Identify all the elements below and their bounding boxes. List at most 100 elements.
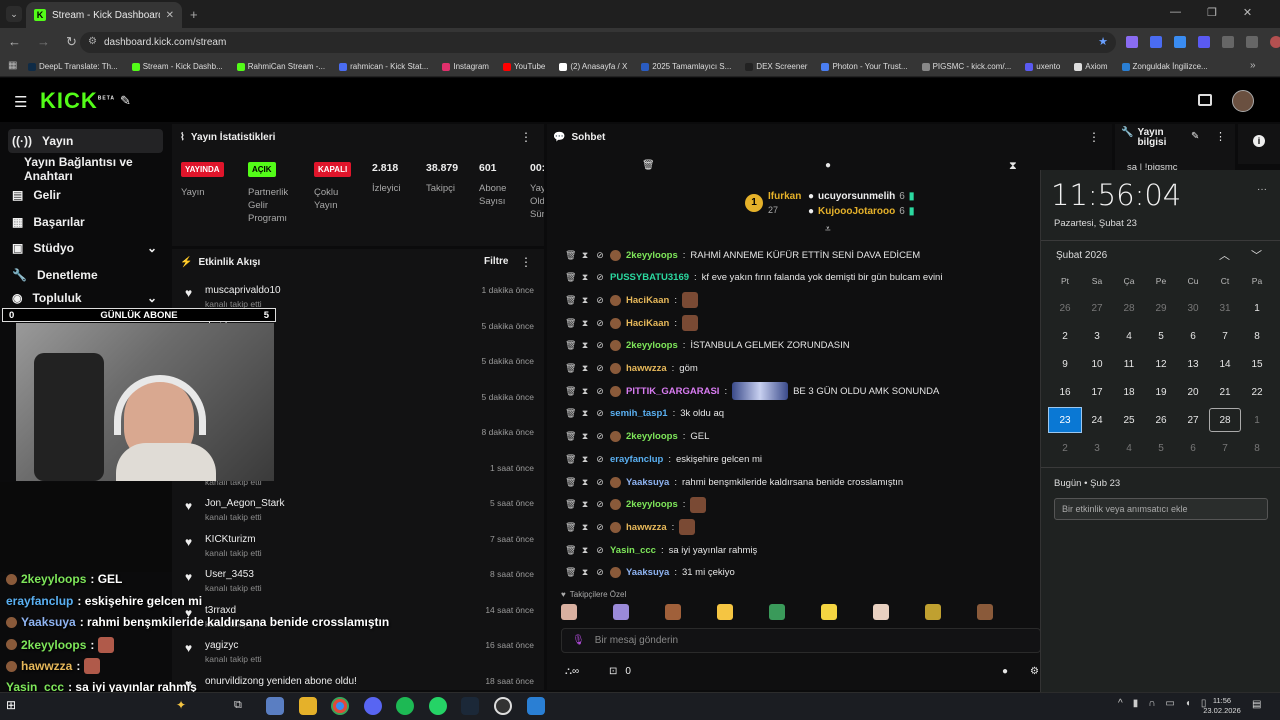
panel-menu-icon[interactable]: ⋮ (520, 255, 532, 269)
emote-icon[interactable] (717, 604, 733, 620)
network-tray-icon[interactable]: ▭ (1165, 698, 1174, 709)
ban-icon[interactable]: ⊘ (595, 295, 605, 306)
chat-settings-icon[interactable]: ⚙ (1030, 666, 1039, 677)
ban-icon[interactable]: ⊘ (595, 477, 605, 488)
more-options-icon[interactable]: ··· (1257, 184, 1267, 195)
timeout-icon[interactable]: ⧗ (580, 386, 590, 397)
chat-username[interactable]: 2keyyloops (626, 431, 678, 442)
folder-app-icon[interactable] (299, 697, 317, 715)
sidebar-item-stream-key[interactable]: Yayın Bağlantısı ve Anahtarı (8, 155, 163, 183)
calendar-day[interactable]: 26 (1049, 296, 1081, 320)
activity-username[interactable]: User_3453 (205, 569, 254, 580)
ban-icon[interactable]: ⊘ (595, 340, 605, 351)
steam-app-icon[interactable] (461, 697, 479, 715)
calendar-day[interactable]: 7 (1209, 324, 1241, 348)
calendar-day[interactable]: 21 (1209, 380, 1241, 404)
ban-icon[interactable]: ⊘ (595, 567, 605, 578)
bookmark-item[interactable]: Photon - Your Trust... (821, 62, 908, 71)
discord-app-icon[interactable] (364, 697, 382, 715)
kick-logo[interactable]: KICKBETA (40, 88, 115, 114)
bookmark-item[interactable]: uxento (1025, 62, 1060, 71)
taskbar-clock[interactable]: 11:56 23.02.2026 (1200, 696, 1244, 716)
emote-icon[interactable] (821, 604, 837, 620)
timeout-icon[interactable]: ⧗ (580, 340, 590, 351)
sidebar-item-studyo[interactable]: ▣ Stüdyo ⌄ (8, 236, 163, 260)
delete-message-icon[interactable]: 🗑 (565, 340, 576, 351)
calendar-day-today[interactable]: 23 (1048, 407, 1082, 433)
calendar-day[interactable]: 4 (1113, 436, 1145, 460)
gifter-3[interactable]: ● KujoooJotarooo 6 ▮ (808, 206, 914, 217)
hamburger-menu-icon[interactable]: ☰ (14, 93, 27, 111)
sidebar-item-denetleme[interactable]: 🔧 Denetleme (8, 263, 163, 287)
timeout-icon[interactable]: ⧗ (580, 431, 590, 442)
bookmark-item[interactable]: Zonguldak İngilizce... (1121, 62, 1208, 71)
extension-icon[interactable] (1174, 36, 1186, 48)
emote-icon[interactable] (665, 604, 681, 620)
reload-icon[interactable]: ↻ (66, 34, 77, 50)
ban-icon[interactable]: ⊘ (595, 386, 605, 397)
chat-username[interactable]: PITTIK_GARGARASI (626, 386, 719, 397)
chat-username[interactable]: Yaaksuya (626, 567, 669, 578)
ban-icon[interactable]: ⊘ (595, 272, 605, 283)
delete-message-icon[interactable]: 🗑 (565, 522, 576, 533)
delete-message-icon[interactable]: 🗑 (565, 545, 576, 556)
panel-menu-icon[interactable]: ⋮ (1088, 130, 1100, 144)
bookmark-item[interactable]: DEX Screener (745, 62, 807, 71)
ban-icon[interactable]: ⊘ (595, 363, 605, 374)
chat-username[interactable]: Yaaksuya (626, 477, 669, 488)
minimize-icon[interactable]: — (1170, 6, 1181, 19)
calendar-day[interactable]: 24 (1081, 408, 1113, 432)
user-avatar[interactable] (1232, 90, 1254, 112)
bookmark-item[interactable]: 2025 Tamamlayıcı S... (641, 62, 731, 71)
extension-icon[interactable] (1150, 36, 1162, 48)
panel-menu-icon[interactable]: ⋮ (1215, 130, 1226, 143)
calendar-day[interactable]: 6 (1177, 324, 1209, 348)
emote-picker-icon[interactable]: ● (1002, 666, 1008, 677)
forward-icon[interactable]: → (37, 34, 50, 50)
calendar-day[interactable]: 16 (1049, 380, 1081, 404)
timeout-icon[interactable]: ⧗ (580, 272, 590, 283)
sidebar-item-basarilar[interactable]: ▦ Başarılar (8, 210, 163, 234)
emote-icon[interactable] (873, 604, 889, 620)
chat-username[interactable]: erayfanclup (610, 454, 663, 465)
whatsapp-app-icon[interactable] (429, 697, 447, 715)
emote-icon[interactable] (977, 604, 993, 620)
explorer-app-icon[interactable] (266, 697, 284, 715)
bookmark-item[interactable]: RahmiCan Stream -... (236, 62, 325, 71)
next-month-icon[interactable]: ﹀ (1251, 247, 1262, 263)
chat-username[interactable]: PUSSYBATU3169 (610, 272, 689, 283)
prev-month-icon[interactable]: ︿ (1219, 247, 1230, 263)
emote-icon[interactable] (925, 604, 941, 620)
calendar-day[interactable]: 7 (1209, 436, 1241, 460)
more-bookmarks-icon[interactable]: » (1250, 60, 1256, 71)
activity-username[interactable]: Jon_Aegon_Stark (205, 498, 285, 509)
calendar-day[interactable]: 30 (1177, 296, 1209, 320)
calendar-day[interactable]: 4 (1113, 324, 1145, 348)
headset-tray-icon[interactable]: ∩ (1148, 698, 1155, 709)
calendar-day[interactable]: 27 (1177, 408, 1209, 432)
calendar-day[interactable]: 19 (1145, 380, 1177, 404)
notification-icon[interactable]: ▤ (1252, 699, 1261, 710)
ban-icon[interactable]: ⊘ (595, 318, 605, 329)
calendar-day[interactable]: 14 (1209, 352, 1241, 376)
bookmark-item[interactable]: rahmican - Kick Stat... (339, 62, 428, 71)
calendar-day[interactable]: 2 (1049, 436, 1081, 460)
windows-start-icon[interactable]: ⊞ (6, 698, 16, 712)
calendar-day[interactable]: 9 (1049, 352, 1081, 376)
tab-close-icon[interactable]: ✕ (166, 10, 174, 21)
extension-icon[interactable] (1198, 36, 1210, 48)
bookmark-item[interactable]: Axiom (1074, 62, 1108, 71)
calendar-day[interactable]: 5 (1145, 436, 1177, 460)
calendar-day[interactable]: 28 (1113, 296, 1145, 320)
volume-tray-icon[interactable]: ◖ (1185, 698, 1191, 709)
calendar-day[interactable]: 18 (1113, 380, 1145, 404)
timeout-icon[interactable]: ⧗ (580, 454, 590, 465)
calendar-day[interactable]: 1 (1241, 296, 1273, 320)
calendar-day[interactable]: 8 (1241, 436, 1273, 460)
new-tab-icon[interactable]: + (190, 7, 198, 22)
timeout-icon[interactable]: ⧗ (580, 567, 590, 578)
calendar-day[interactable]: 25 (1113, 408, 1145, 432)
collapse-leaderboard-icon[interactable]: ⩡ (825, 224, 831, 235)
calendar-month[interactable]: Şubat 2026 (1056, 250, 1107, 261)
sidepanel-icon[interactable] (1246, 36, 1258, 48)
